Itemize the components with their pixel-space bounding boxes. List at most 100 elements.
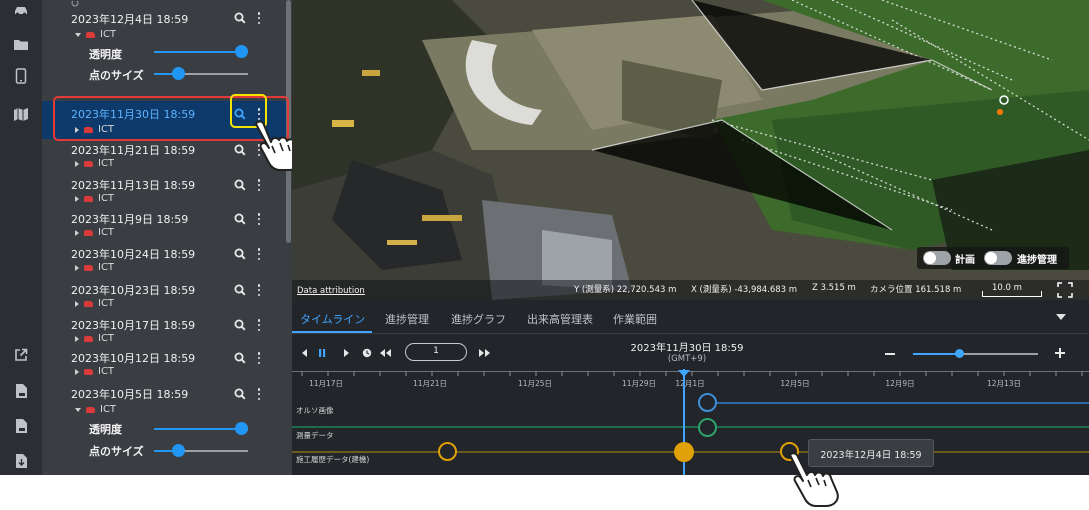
opacity-slider-fill xyxy=(154,51,242,53)
timezone: (GMT+9) xyxy=(667,354,707,364)
opacity-slider-knob[interactable] xyxy=(235,422,248,435)
tab-timeline[interactable]: タイムライン xyxy=(300,311,365,327)
magnify-icon[interactable] xyxy=(234,12,246,24)
magnify-icon[interactable] xyxy=(234,388,246,400)
more-icon[interactable] xyxy=(257,284,261,296)
current-date: 2023年11月30日 18:59 xyxy=(630,343,744,354)
tab-progress-graph[interactable]: 進捗グラフ xyxy=(451,311,506,327)
magnify-icon[interactable] xyxy=(234,284,246,296)
map-icon[interactable] xyxy=(11,104,31,124)
step-forward-button[interactable] xyxy=(342,345,354,361)
point-size-label: 点のサイズ xyxy=(89,69,144,82)
folder-icon[interactable] xyxy=(11,34,31,54)
magnify-icon[interactable] xyxy=(234,213,246,225)
more-icon[interactable] xyxy=(257,388,261,400)
timeline-panel: タイムライン 進捗管理 進捗グラフ 出来高管理表 作業範囲 1 2023年11月… xyxy=(292,300,1089,475)
layer-date: 2023年10月23日 18:59 xyxy=(71,284,196,297)
row-label-survey: 測量データ xyxy=(296,431,334,440)
machine-data-point[interactable] xyxy=(438,442,457,461)
car-icon[interactable] xyxy=(11,0,31,20)
pause-button[interactable] xyxy=(317,345,331,361)
machine-icon xyxy=(84,368,93,375)
layer-sub-row[interactable]: ICT xyxy=(75,262,114,273)
more-icon[interactable] xyxy=(257,12,261,24)
collapse-icon[interactable] xyxy=(75,32,81,37)
expand-icon[interactable] xyxy=(75,160,79,167)
csv-file-icon[interactable] xyxy=(11,381,31,401)
layer-date: 2023年11月21日 18:59 xyxy=(71,144,196,157)
data-attribution-link[interactable]: Data attribution xyxy=(297,286,365,296)
more-icon[interactable] xyxy=(257,352,261,364)
coordinate-bar: Data attribution Y (測量系) 22,720.543 m X … xyxy=(292,280,1089,300)
tab-work-area[interactable]: 作業範囲 xyxy=(613,311,657,327)
fullscreen-icon[interactable] xyxy=(1056,281,1074,299)
layer-item[interactable]: 2023年10月12日 18:59 ICT xyxy=(42,350,286,380)
opacity-slider-knob[interactable] xyxy=(235,45,248,58)
ortho-data-point[interactable] xyxy=(698,393,717,412)
layer-item[interactable]: 2023年10月24日 18:59 ICT xyxy=(42,246,286,276)
tick-label: 12月9日 xyxy=(885,379,915,388)
layer-date: 2023年11月9日 18:59 xyxy=(71,213,189,226)
layer-sub-row[interactable]: ICT xyxy=(75,298,114,309)
layer-sub-row[interactable]: ICT xyxy=(75,333,114,344)
external-link-icon[interactable] xyxy=(11,345,31,365)
tab-yield-table[interactable]: 出来高管理表 xyxy=(527,311,593,327)
plan-toggle-switch[interactable] xyxy=(923,251,951,265)
collapse-icon[interactable] xyxy=(75,407,81,412)
current-time-marker[interactable] xyxy=(678,370,690,377)
layer-item[interactable]: 2023年11月9日 18:59 ICT xyxy=(42,211,286,241)
expand-icon[interactable] xyxy=(75,264,79,271)
clock-button[interactable] xyxy=(362,345,374,361)
expand-icon[interactable] xyxy=(75,229,79,236)
zoom-slider-knob[interactable] xyxy=(955,349,964,358)
tick-label: 11月25日 xyxy=(517,379,553,388)
point-size-slider-knob[interactable] xyxy=(172,444,185,457)
expand-icon[interactable] xyxy=(75,368,79,375)
download-icon[interactable] xyxy=(11,451,31,471)
layer-sub-row[interactable]: ICT xyxy=(75,193,114,204)
fast-forward-icon[interactable] xyxy=(479,348,491,358)
progress-toggle-knob xyxy=(985,252,997,264)
more-icon[interactable] xyxy=(257,213,261,225)
zoom-in-button[interactable] xyxy=(1055,347,1065,359)
layer-sub-row[interactable]: ICT xyxy=(75,366,114,377)
magnify-icon[interactable] xyxy=(234,179,246,191)
pdf-file-icon[interactable] xyxy=(11,416,31,436)
layer-sub-row[interactable]: ICT xyxy=(75,404,116,415)
speed-input[interactable]: 1 xyxy=(405,343,467,361)
machine-data-point-active[interactable] xyxy=(674,442,694,462)
layer-item[interactable]: 2023年11月13日 18:59 ICT xyxy=(42,177,286,207)
layer-date: 2023年10月12日 18:59 xyxy=(71,352,196,365)
layer-item[interactable]: 2023年10月17日 18:59 ICT xyxy=(42,317,286,347)
expand-icon[interactable] xyxy=(75,195,79,202)
progress-toggle-switch[interactable] xyxy=(984,251,1012,265)
rewind-button[interactable] xyxy=(380,345,394,361)
magnify-icon[interactable] xyxy=(234,144,246,156)
expand-icon[interactable] xyxy=(75,300,79,307)
magnify-icon[interactable] xyxy=(234,352,246,364)
tick-label: 12月5日 xyxy=(780,379,810,388)
collapse-panel-icon[interactable] xyxy=(1056,314,1066,320)
layer-sub-label: ICT xyxy=(98,298,115,309)
zoom-out-button[interactable] xyxy=(885,353,895,355)
more-icon[interactable] xyxy=(257,179,261,191)
layer-item[interactable]: 2023年10月23日 18:59 ICT xyxy=(42,282,286,312)
magnify-icon[interactable] xyxy=(234,248,246,260)
layer-sub-row[interactable]: ICT xyxy=(75,227,114,238)
tablet-icon[interactable] xyxy=(11,66,31,86)
layer-item[interactable]: 2023年10月5日 18:59 ICT 透明度 点のサイズ xyxy=(42,386,286,475)
layer-sub-row[interactable]: ICT xyxy=(75,29,116,40)
step-back-button[interactable] xyxy=(302,345,314,361)
more-icon[interactable] xyxy=(257,248,261,260)
more-icon[interactable] xyxy=(257,319,261,331)
machine-icon xyxy=(84,300,93,307)
tab-progress[interactable]: 進捗管理 xyxy=(385,311,429,327)
point-size-slider-knob[interactable] xyxy=(172,67,185,80)
layer-item[interactable]: 2023年12月4日 18:59 ICT 透明度 点のサイズ xyxy=(42,9,286,87)
survey-data-point[interactable] xyxy=(698,418,717,437)
magnify-icon[interactable] xyxy=(234,319,246,331)
layer-sub-row[interactable]: ICT xyxy=(75,158,114,169)
map-3d-view[interactable]: 計画 進捗管理 xyxy=(292,0,1089,300)
layer-item[interactable]: 2023年11月21日 18:59 ICT xyxy=(42,142,286,172)
expand-icon[interactable] xyxy=(75,335,79,342)
